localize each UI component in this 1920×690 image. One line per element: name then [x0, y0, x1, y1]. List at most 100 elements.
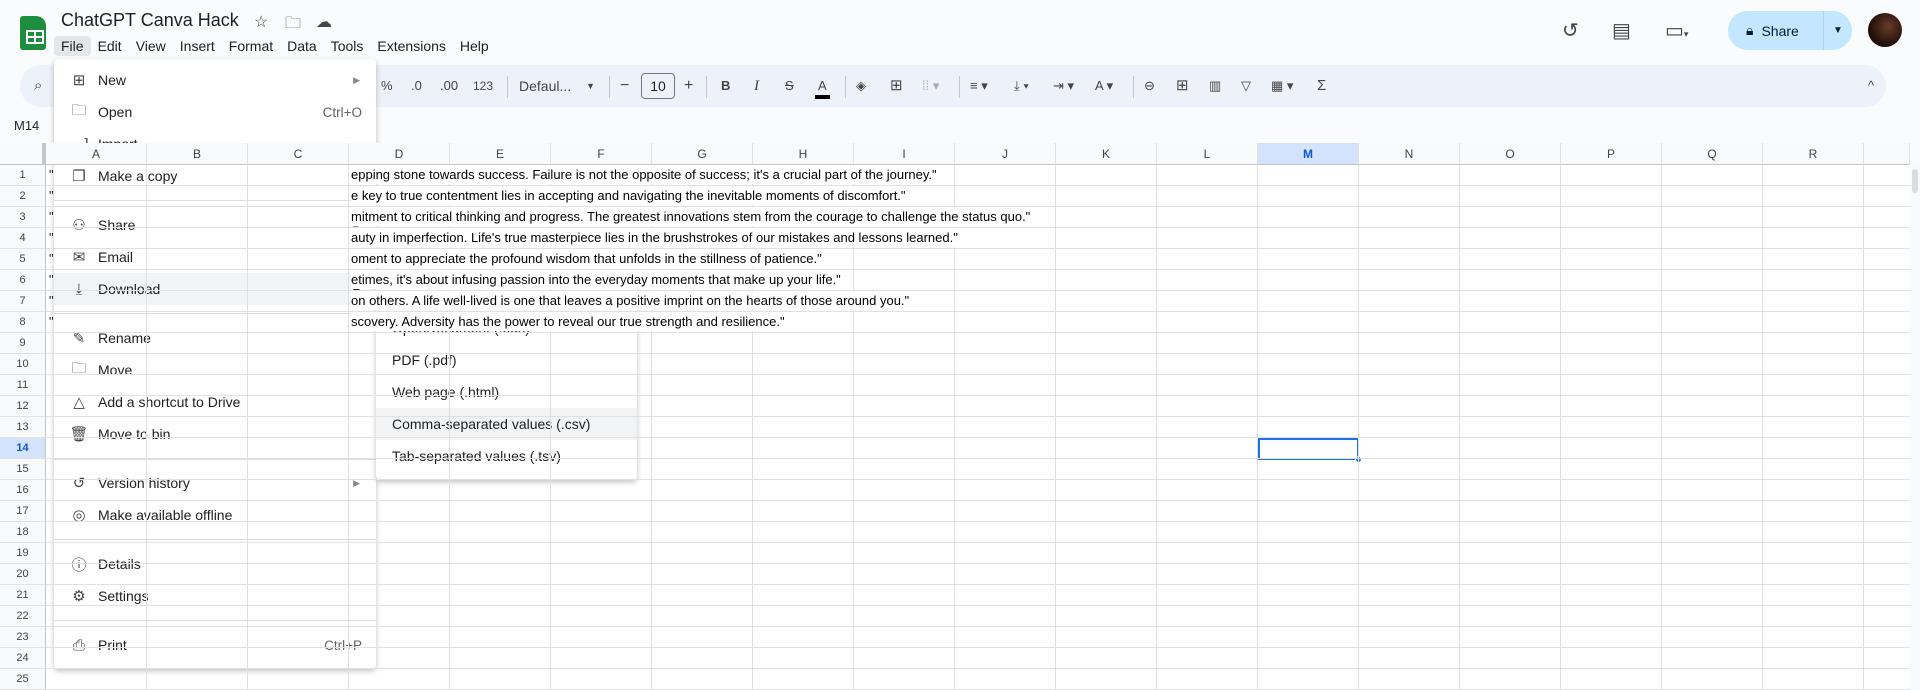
- column-header-o[interactable]: O: [1460, 143, 1561, 165]
- text-wrap-icon[interactable]: ⇥ ▾: [1053, 77, 1074, 95]
- font-select[interactable]: Defaul...: [519, 77, 571, 95]
- star-icon[interactable]: ☆: [254, 12, 268, 32]
- column-header-b[interactable]: B: [147, 143, 248, 165]
- strikethrough-button[interactable]: S: [785, 77, 794, 95]
- menu-view[interactable]: View: [129, 36, 173, 56]
- row-header-5[interactable]: 5: [0, 249, 46, 270]
- column-header-a[interactable]: A: [46, 143, 147, 165]
- functions-button[interactable]: Σ: [1317, 77, 1326, 95]
- column-header-e[interactable]: E: [450, 143, 551, 165]
- download-option-3[interactable]: Web page (.html): [376, 376, 637, 408]
- row-header-1[interactable]: 1: [0, 165, 46, 186]
- comments-icon[interactable]: ▤: [1612, 18, 1631, 43]
- menu-format[interactable]: Format: [222, 36, 280, 56]
- row-header-4[interactable]: 4: [0, 228, 46, 249]
- file-menu-add-a-shortcut-to-drive[interactable]: △ Add a shortcut to Drive: [54, 386, 376, 418]
- column-header-r[interactable]: R: [1763, 143, 1864, 165]
- file-menu-details[interactable]: ⓘ Details: [54, 548, 376, 580]
- column-header-d[interactable]: D: [349, 143, 450, 165]
- insert-chart-icon[interactable]: ▥: [1209, 77, 1221, 95]
- row-header-18[interactable]: 18: [0, 522, 46, 543]
- row-header-16[interactable]: 16: [0, 480, 46, 501]
- row-header-2[interactable]: 2: [0, 186, 46, 207]
- column-header-q[interactable]: Q: [1662, 143, 1763, 165]
- file-menu-download[interactable]: ⤓Download▶: [54, 273, 376, 305]
- italic-button[interactable]: I: [754, 77, 759, 95]
- move-folder-icon[interactable]: 🗀: [285, 12, 301, 39]
- menu-insert[interactable]: Insert: [173, 36, 222, 56]
- search-menus-icon[interactable]: ⌕: [34, 77, 42, 95]
- row-header-6[interactable]: 6: [0, 270, 46, 291]
- column-header-p[interactable]: P: [1561, 143, 1662, 165]
- download-option-4[interactable]: Comma-separated values (.csv): [376, 408, 637, 440]
- vertical-align-icon[interactable]: ⤓ ▾: [1014, 77, 1029, 95]
- format-percent-button[interactable]: %: [381, 77, 393, 95]
- row-header-12[interactable]: 12: [0, 396, 46, 417]
- column-header-n[interactable]: N: [1359, 143, 1460, 165]
- selected-cell[interactable]: [1258, 438, 1359, 460]
- insert-comment-icon[interactable]: ⊞: [1176, 77, 1189, 95]
- column-header-k[interactable]: K: [1056, 143, 1157, 165]
- file-menu-share[interactable]: ⚇Share▶: [54, 209, 376, 241]
- row-header-20[interactable]: 20: [0, 564, 46, 585]
- share-dropdown-icon[interactable]: ▼: [1824, 25, 1852, 36]
- column-header-m[interactable]: M: [1258, 143, 1359, 165]
- menu-tools[interactable]: Tools: [324, 36, 371, 56]
- sheets-logo[interactable]: [20, 16, 46, 50]
- column-header-h[interactable]: H: [753, 143, 854, 165]
- column-header-j[interactable]: J: [955, 143, 1056, 165]
- file-menu-print[interactable]: ⎙ Print Ctrl+P: [54, 629, 376, 661]
- file-menu-open[interactable]: 🗀 Open Ctrl+O: [54, 96, 376, 128]
- row-header-17[interactable]: 17: [0, 501, 46, 522]
- column-header-c[interactable]: C: [248, 143, 349, 165]
- avatar[interactable]: [1868, 13, 1902, 47]
- cloud-status-icon[interactable]: ☁: [316, 12, 332, 32]
- row-header-25[interactable]: 25: [0, 669, 46, 690]
- meet-icon[interactable]: ▭▾: [1665, 18, 1688, 43]
- filter-icon[interactable]: ▽: [1241, 77, 1251, 95]
- menu-file[interactable]: File: [54, 36, 91, 56]
- row-header-23[interactable]: 23: [0, 627, 46, 648]
- download-option-5[interactable]: Tab-separated values (.tsv): [376, 440, 637, 472]
- row-header-10[interactable]: 10: [0, 354, 46, 375]
- font-dropdown-icon[interactable]: ▼: [586, 77, 595, 95]
- bold-button[interactable]: B: [721, 77, 730, 95]
- decrease-font-size-button[interactable]: −: [620, 77, 629, 95]
- more-formats-button[interactable]: 123: [473, 77, 493, 95]
- text-color-button[interactable]: A: [815, 77, 830, 99]
- file-menu-move[interactable]: 🗀 Move: [54, 354, 376, 386]
- text-rotation-icon[interactable]: A ▾: [1095, 77, 1113, 95]
- file-menu-new[interactable]: ⊞ New ▶: [54, 64, 376, 96]
- increase-font-size-button[interactable]: +: [684, 77, 693, 95]
- row-header-13[interactable]: 13: [0, 417, 46, 438]
- row-header-9[interactable]: 9: [0, 333, 46, 354]
- version-history-icon[interactable]: ↺: [1562, 18, 1579, 43]
- file-menu-make-available-offline[interactable]: ◎ Make available offline: [54, 499, 376, 531]
- merge-cells-icon[interactable]: ⁞⁞ ▾: [922, 77, 939, 95]
- decrease-decimal-button[interactable]: .0: [411, 77, 422, 95]
- select-all-corner[interactable]: [0, 143, 46, 165]
- row-header-24[interactable]: 24: [0, 648, 46, 669]
- name-box[interactable]: M14: [14, 118, 39, 133]
- column-header-g[interactable]: G: [652, 143, 753, 165]
- file-menu-version-history[interactable]: ↺ Version history ▶: [54, 467, 376, 499]
- font-size-input[interactable]: 10: [641, 73, 675, 99]
- column-header-f[interactable]: F: [551, 143, 652, 165]
- menu-extensions[interactable]: Extensions: [370, 36, 452, 56]
- column-header-i[interactable]: I: [854, 143, 955, 165]
- fill-color-icon[interactable]: ◈: [856, 77, 866, 95]
- vertical-scrollbar[interactable]: [1910, 165, 1920, 690]
- row-header-22[interactable]: 22: [0, 606, 46, 627]
- document-title[interactable]: ChatGPT Canva Hack: [61, 10, 239, 31]
- menu-help[interactable]: Help: [453, 36, 496, 56]
- menu-data[interactable]: Data: [280, 36, 324, 56]
- row-header-15[interactable]: 15: [0, 459, 46, 480]
- insert-link-icon[interactable]: ⊖: [1144, 77, 1155, 95]
- row-header-7[interactable]: 7: [0, 291, 46, 312]
- row-header-14[interactable]: 14: [0, 438, 46, 459]
- row-header-21[interactable]: 21: [0, 585, 46, 606]
- horizontal-align-icon[interactable]: ≡ ▾: [970, 77, 988, 95]
- increase-decimal-button[interactable]: .00: [440, 77, 458, 95]
- file-menu-move-to-bin[interactable]: 🗑 Move to bin: [54, 418, 376, 450]
- row-header-3[interactable]: 3: [0, 207, 46, 228]
